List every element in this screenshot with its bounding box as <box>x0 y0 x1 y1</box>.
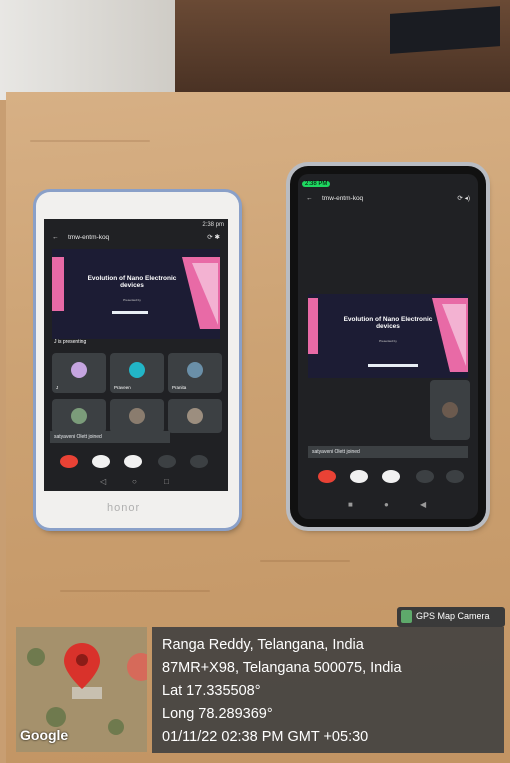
speaker-icon[interactable]: ⟳ ◂) <box>457 192 470 206</box>
gps-info-panel: Ranga Reddy, Telangana, India 87MR+X98, … <box>152 627 504 753</box>
end-call-button[interactable] <box>318 470 336 483</box>
meeting-code: tmw-entm-koq <box>322 195 364 202</box>
participant-name: Pranita <box>172 385 187 390</box>
wood-grain <box>260 560 350 562</box>
mic-button[interactable] <box>92 455 110 468</box>
background-object <box>390 6 500 54</box>
slide-title: Evolution of Nano Electronic devices <box>343 316 433 331</box>
nav-back-icon[interactable]: ◀ <box>420 500 426 509</box>
slide-progress <box>368 364 418 367</box>
nav-back-icon[interactable]: ◁ <box>100 477 106 486</box>
gps-camera-icon <box>401 610 412 623</box>
map-thumbnail: Google <box>16 627 147 752</box>
mic-off-button[interactable] <box>382 470 400 483</box>
nav-recent-icon[interactable]: □ <box>164 477 169 486</box>
gps-app-label: GPS Map Camera <box>416 611 490 621</box>
presentation-slide: Evolution of Nano Electronic devices Pre… <box>308 294 468 378</box>
slide-subtitle: Presented by <box>379 339 397 343</box>
meeting-header: ← tmw-entm-koq ⟳ ◂) <box>298 192 478 206</box>
avatar <box>442 402 458 418</box>
slide-subtitle: Presented by <box>123 298 141 302</box>
avatar <box>187 362 203 378</box>
phone-brand-logo: honor <box>107 502 141 514</box>
participant-name: Praveen <box>114 385 131 390</box>
self-view-tile[interactable] <box>430 380 470 440</box>
nav-home-icon[interactable]: ○ <box>132 477 137 486</box>
slide-title: Evolution of Nano Electronic devices <box>87 275 177 290</box>
back-arrow-icon[interactable]: ← <box>52 231 59 245</box>
gps-timestamp: 01/11/22 02:38 PM GMT +05:30 <box>162 729 369 745</box>
participant-tile[interactable] <box>168 399 222 433</box>
wood-grain <box>30 140 150 142</box>
avatar <box>129 408 145 424</box>
participant-tile[interactable]: Pranita <box>168 353 222 393</box>
google-logo: Google <box>20 727 69 743</box>
participant-tile[interactable]: J <box>52 353 106 393</box>
participant-tile[interactable] <box>110 399 164 433</box>
more-options-button[interactable] <box>190 455 208 468</box>
gps-longitude: Long 78.289369° <box>162 706 273 722</box>
end-call-button[interactable] <box>60 455 78 468</box>
gps-app-tag: GPS Map Camera <box>397 607 505 627</box>
presentation-slide: Evolution of Nano Electronic devices Pre… <box>52 249 220 339</box>
slide-progress <box>112 311 148 314</box>
wood-grain <box>60 590 210 592</box>
camera-button[interactable] <box>124 455 142 468</box>
left-phone-screen: 2:38 pm ← tmw-entm-koq ⟳ ✱ Evolution of … <box>44 219 228 491</box>
avatar <box>187 408 203 424</box>
avatar <box>71 408 87 424</box>
gps-location: Ranga Reddy, Telangana, India <box>162 637 364 653</box>
avatar <box>71 362 87 378</box>
nav-recent-icon[interactable]: ■ <box>348 500 353 509</box>
presenting-label: J is presenting <box>54 339 87 345</box>
right-phone-screen: 2:38 PM ← tmw-entm-koq ⟳ ◂) Evolution of… <box>298 174 478 519</box>
photo-scene: 2:38 pm ← tmw-entm-koq ⟳ ✱ Evolution of … <box>0 0 510 763</box>
nav-home-icon[interactable]: ● <box>384 500 389 509</box>
camera-switch-icon[interactable]: ⟳ ✱ <box>207 231 220 245</box>
participant-tile[interactable] <box>52 399 106 433</box>
join-toast: satyaveni Olett joined <box>308 446 468 458</box>
background-wall <box>0 0 175 100</box>
meeting-code: tmw-entm-koq <box>68 234 110 241</box>
status-time: 2:38 PM <box>302 181 331 187</box>
back-arrow-icon[interactable]: ← <box>306 192 313 206</box>
avatar <box>129 362 145 378</box>
participant-name: J <box>56 385 59 390</box>
participant-tile[interactable]: Praveen <box>110 353 164 393</box>
more-options-button[interactable] <box>446 470 464 483</box>
status-bar: 2:38 pm <box>202 222 224 228</box>
status-bar: 2:38 PM <box>298 178 478 190</box>
raise-hand-button[interactable] <box>416 470 434 483</box>
meeting-header: ← tmw-entm-koq ⟳ ✱ <box>44 231 228 245</box>
gps-address: 87MR+X98, Telangana 500075, India <box>162 660 402 676</box>
gps-latitude: Lat 17.335508° <box>162 683 261 699</box>
raise-hand-button[interactable] <box>158 455 176 468</box>
join-toast: satyaveni Olett joined <box>50 431 170 443</box>
camera-off-button[interactable] <box>350 470 368 483</box>
